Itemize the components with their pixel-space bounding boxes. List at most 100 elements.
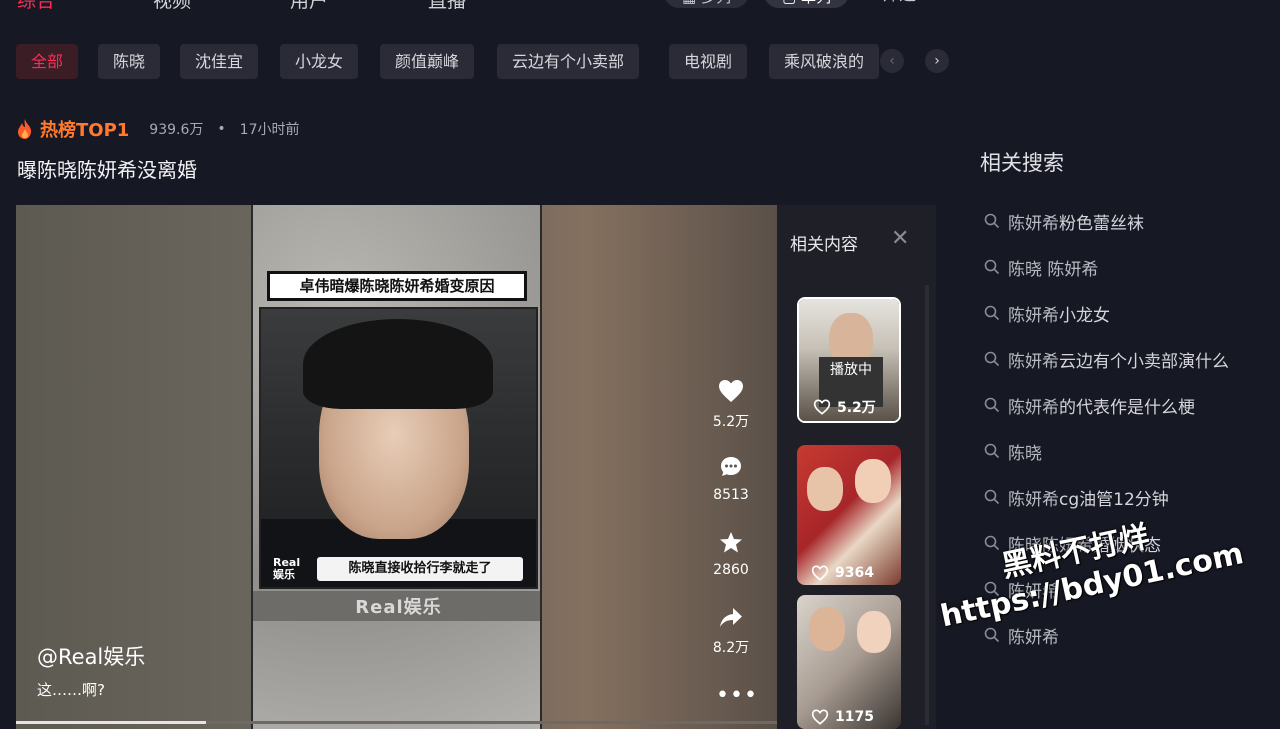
related-search-item[interactable]: 陈妍希 云边有个小卖部演什么 (984, 347, 1229, 372)
thumb-face (809, 607, 845, 651)
star-icon (720, 532, 742, 553)
close-icon[interactable]: ✕ (891, 226, 909, 251)
video-frame[interactable]: 卓伟暗爆陈晓陈妍希婚变原因 Real 娱乐 陈晓直接收拾行李就走了 Real娱乐 (251, 205, 542, 729)
fire-icon (18, 119, 31, 139)
thumb-face (857, 611, 891, 653)
chip-chengfeng[interactable]: 乘风破浪的 (769, 44, 879, 79)
grid-icon: ▦ (682, 0, 696, 6)
related-search-rest: 的代表作是什么梗 (1059, 397, 1195, 418)
related-search-prefix: 陈妍希 (1008, 489, 1059, 510)
related-search-prefix: 陈妍希 (1008, 305, 1059, 326)
heart-outline-icon (813, 399, 831, 415)
tab-users[interactable]: 用户 (290, 0, 328, 13)
chip-shenjiayi[interactable]: 沈佳宜 (180, 44, 259, 79)
author-name[interactable]: @Real娱乐 (37, 641, 145, 671)
related-search-prefix: 陈妍希 (1008, 627, 1059, 648)
heart-icon (719, 380, 743, 402)
related-likes: 1175 (835, 709, 874, 725)
comment-count: 8513 (713, 487, 749, 503)
video-subtitle: 陈晓直接收拾行李就走了 (317, 557, 523, 581)
chip-yunbian[interactable]: 云边有个小卖部 (497, 44, 640, 79)
video-description: 这……啊? (37, 681, 105, 699)
playing-status: 播放中 (830, 362, 872, 378)
search-icon (984, 489, 1000, 505)
related-search-rest: cg油管12分钟 (1059, 489, 1169, 510)
site-watermark: 黑料不打烊 https://bdy01.com (930, 501, 1247, 636)
video-banner-text: 卓伟暗爆陈晓陈妍希婚变原因 (267, 271, 527, 301)
related-likes: 9364 (835, 565, 874, 581)
chevron-down-icon: ⌄ (921, 0, 931, 3)
tab-all[interactable]: 综合 (17, 0, 55, 13)
hot-meta: 热榜TOP1 939.6万 • 17小时前 (16, 115, 299, 143)
chip-all[interactable]: 全部 (16, 44, 79, 79)
share-count: 8.2万 (712, 640, 750, 656)
related-search-prefix: 陈妍希 (1008, 351, 1059, 372)
chip-xiaolongnv[interactable]: 小龙女 (280, 44, 359, 79)
related-search-rest: 粉色蕾丝袜 (1059, 213, 1144, 234)
video-photo: Real 娱乐 陈晓直接收拾行李就走了 (259, 307, 538, 589)
favorite-count: 2860 (713, 562, 749, 578)
single-column-label: 单列 (801, 0, 831, 6)
filter-label: 筛选 (882, 0, 916, 5)
related-search-item[interactable]: 陈妍希 小龙女 (984, 301, 1110, 326)
post-time: 17小时前 (239, 122, 300, 138)
separator: • (217, 121, 226, 137)
video-player[interactable]: 卓伟暗爆陈晓陈妍希婚变原因 Real 娱乐 陈晓直接收拾行李就走了 Real娱乐… (16, 205, 936, 729)
related-search-prefix: 陈晓 陈妍希 (1008, 259, 1099, 280)
hot-count: 939.6万 (149, 122, 204, 138)
search-icon (984, 397, 1000, 413)
search-icon (984, 305, 1000, 321)
favorite-button[interactable]: 2860 (696, 531, 766, 578)
related-search-item[interactable]: 陈妍希 的代表作是什么梗 (984, 393, 1195, 418)
corner-logo: Real 娱乐 (273, 556, 301, 581)
tab-videos[interactable]: 视频 (153, 0, 191, 13)
like-button[interactable]: 5.2万 (696, 379, 766, 431)
multi-column-label: 多列 (701, 0, 731, 6)
single-view-icon: ▢ (782, 0, 796, 6)
related-search-item[interactable]: 陈妍希 cg油管12分钟 (984, 485, 1169, 510)
thumb-face (807, 467, 843, 511)
more-icon[interactable]: ••• (716, 683, 757, 708)
chip-prev-arrow-icon[interactable]: ‹ (880, 49, 904, 73)
related-likes: 5.2万 (837, 400, 876, 416)
related-search-item[interactable]: 陈妍希 粉色蕾丝袜 (984, 209, 1144, 234)
chip-tv[interactable]: 电视剧 (669, 44, 748, 79)
hot-rank-label: 热榜TOP1 (40, 120, 130, 141)
thumb-face (855, 459, 891, 503)
tab-live[interactable]: 直播 (428, 0, 466, 13)
scrollbar[interactable] (925, 285, 929, 725)
share-icon (720, 608, 742, 627)
chip-next-arrow-icon[interactable]: › (925, 49, 949, 73)
related-content-title: 相关内容 (790, 235, 858, 255)
related-search-prefix: 陈晓 (1008, 443, 1042, 464)
search-icon (984, 259, 1000, 275)
related-search-rest: 小龙女 (1059, 305, 1110, 326)
single-column-button[interactable]: ▢ 单列 (764, 0, 849, 8)
filter-button[interactable]: 筛选 ⌄ (882, 0, 931, 5)
chip-yanzhi[interactable]: 颜值巅峰 (380, 44, 475, 79)
share-button[interactable]: 8.2万 (696, 607, 766, 657)
related-search-item[interactable]: 陈妍希 (984, 623, 1059, 648)
search-icon (984, 627, 1000, 643)
heart-outline-icon (811, 709, 829, 725)
search-icon (984, 443, 1000, 459)
search-icon (984, 213, 1000, 229)
related-item[interactable]: 9364 (797, 445, 901, 585)
video-watermark: Real娱乐 (355, 597, 442, 618)
related-search-prefix: 陈妍希 (1008, 397, 1059, 418)
comment-button[interactable]: 8513 (696, 455, 766, 503)
related-search-prefix: 陈妍希 (1008, 213, 1059, 234)
search-icon (984, 535, 1000, 551)
related-search-item[interactable]: 陈晓 陈妍希 (984, 255, 1099, 280)
related-item[interactable]: 1175 (797, 595, 901, 729)
heart-outline-icon (811, 565, 829, 581)
related-item[interactable]: 播放中 5.2万 (797, 297, 901, 423)
related-search-rest: 云边有个小卖部演什么 (1059, 351, 1229, 372)
chip-chenxiao[interactable]: 陈晓 (98, 44, 161, 79)
progress-fill (16, 721, 207, 724)
related-search-item[interactable]: 陈晓 (984, 439, 1042, 464)
comment-icon (721, 457, 741, 476)
video-title[interactable]: 曝陈晓陈妍希没离婚 (17, 154, 197, 183)
top-tabs: 综合 视频 用户 直播 ▦ 多列 ▢ 单列 筛选 ⌄ (0, 0, 960, 22)
multi-column-button[interactable]: ▦ 多列 (664, 0, 749, 8)
